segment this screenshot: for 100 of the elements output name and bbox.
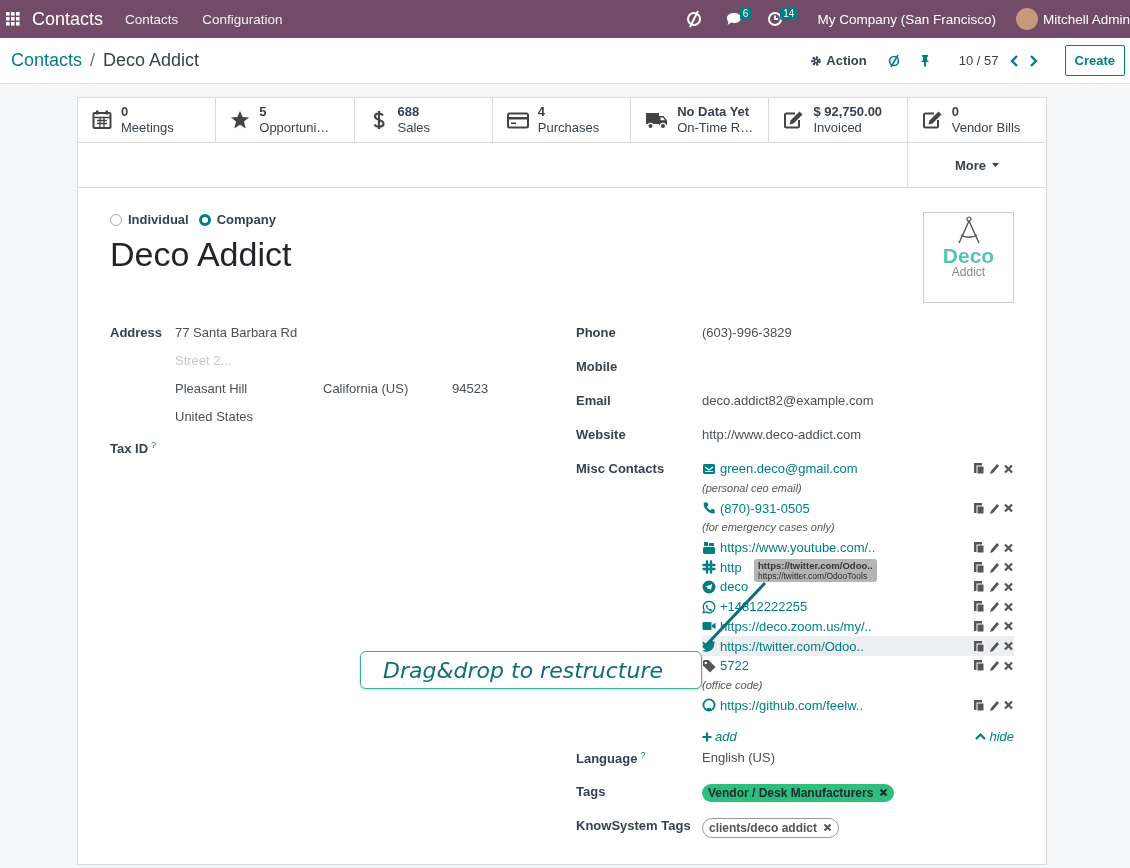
pencil-icon[interactable] bbox=[988, 462, 1000, 476]
breadcrumb-link[interactable]: Contacts bbox=[11, 50, 83, 71]
copy-icon[interactable] bbox=[973, 600, 985, 614]
field-value[interactable]: (603)-996-3829 bbox=[702, 325, 792, 340]
close-icon[interactable] bbox=[1003, 502, 1014, 515]
street-field[interactable]: 77 Santa Barbara Rd bbox=[175, 325, 298, 340]
copy-icon[interactable] bbox=[973, 659, 985, 673]
chevron-up-icon bbox=[975, 732, 987, 742]
close-icon[interactable] bbox=[1003, 640, 1014, 653]
calendar-icon bbox=[92, 110, 112, 130]
chat-phone-icon bbox=[702, 599, 716, 614]
field-value[interactable]: English (US) bbox=[702, 749, 775, 765]
state-field[interactable]: California (US) bbox=[323, 381, 452, 396]
tag-chip[interactable]: Vendor / Desk Manufacturers bbox=[702, 783, 895, 802]
pencil-icon[interactable] bbox=[988, 659, 1000, 673]
radio-label: Company bbox=[216, 212, 276, 227]
close-icon[interactable] bbox=[1003, 699, 1014, 712]
copy-icon[interactable] bbox=[973, 639, 985, 653]
help-tooltip[interactable]: ? bbox=[640, 749, 646, 760]
field-label: KnowSystem Tags bbox=[576, 817, 691, 833]
close-icon[interactable] bbox=[879, 788, 889, 798]
hash-icon bbox=[702, 560, 716, 575]
credit-card-icon bbox=[506, 110, 529, 130]
field-label: Tags bbox=[576, 783, 606, 799]
app-title[interactable]: Contacts bbox=[32, 8, 104, 30]
field-label: Email bbox=[576, 393, 611, 408]
close-icon[interactable] bbox=[1003, 541, 1014, 554]
edit-icon bbox=[921, 110, 943, 130]
pencil-icon[interactable] bbox=[988, 541, 1000, 555]
contact-link[interactable]: deco bbox=[720, 579, 749, 595]
circle-arrow-icon[interactable] bbox=[886, 53, 901, 68]
city-field[interactable]: Pleasant Hill bbox=[175, 381, 323, 396]
field-value[interactable]: deco.addict82@example.com bbox=[702, 393, 874, 408]
company-switcher[interactable]: My Company (San Francisco) bbox=[817, 11, 996, 27]
pencil-icon[interactable] bbox=[988, 580, 1000, 594]
add-link[interactable]: add bbox=[702, 723, 737, 750]
contact-link[interactable]: https://www.youtube.com/.. bbox=[720, 540, 876, 556]
copy-icon[interactable] bbox=[973, 541, 985, 555]
action-menu[interactable]: Action bbox=[810, 53, 867, 68]
copy-icon[interactable] bbox=[973, 560, 985, 574]
contact-link[interactable]: (870)-931-0505 bbox=[720, 500, 810, 516]
logo-text: Deco bbox=[942, 245, 995, 266]
star-icon bbox=[230, 110, 251, 130]
close-icon[interactable] bbox=[1003, 620, 1014, 633]
radio-button[interactable] bbox=[198, 213, 211, 226]
field-label: Language bbox=[576, 751, 638, 767]
contact-link[interactable]: https://github.com/feelw.. bbox=[720, 697, 864, 713]
pencil-icon[interactable] bbox=[988, 619, 1000, 633]
paper-plane-icon bbox=[702, 579, 716, 594]
close-icon[interactable] bbox=[823, 823, 833, 833]
apps-menu-icon[interactable] bbox=[6, 12, 20, 26]
contact-link[interactable]: https://twitter.com/Odoo.. bbox=[720, 638, 864, 654]
message-count-badge: 6 bbox=[739, 6, 752, 20]
copy-icon[interactable] bbox=[973, 698, 985, 712]
chevron-right-icon[interactable] bbox=[1028, 53, 1039, 68]
chat-icon[interactable] bbox=[724, 11, 743, 27]
country-field[interactable]: United States bbox=[175, 409, 254, 424]
pencil-icon[interactable] bbox=[988, 639, 1000, 653]
pencil-icon[interactable] bbox=[988, 600, 1000, 614]
field-value[interactable]: http://www.deco-addict.com bbox=[702, 427, 861, 442]
field-label: Address bbox=[110, 325, 164, 342]
circle-logo-icon bbox=[702, 698, 716, 713]
tag-chip[interactable]: clients/deco addict bbox=[702, 817, 840, 838]
hide-link[interactable]: hide bbox=[975, 723, 1014, 750]
copy-icon[interactable] bbox=[973, 580, 985, 594]
zip-field[interactable]: 94523 bbox=[452, 381, 576, 396]
edit-icon bbox=[783, 110, 805, 130]
menu-item[interactable]: Contacts bbox=[125, 11, 179, 27]
user-menu[interactable]: Mitchell Admin bbox=[1042, 11, 1130, 27]
gear-icon bbox=[810, 54, 823, 67]
close-icon[interactable] bbox=[1003, 561, 1014, 574]
menu-item[interactable]: Configuration bbox=[202, 11, 283, 27]
contact-link[interactable]: http bbox=[720, 559, 742, 575]
drag-preview: https://twitter.com/Odoo.. https://twitter.com/OdooTools bbox=[754, 559, 877, 582]
activity-count-badge: 14 bbox=[780, 6, 798, 20]
radio-label: Individual bbox=[128, 212, 189, 227]
breadcrumb-separator: / bbox=[90, 50, 96, 71]
user-avatar bbox=[1015, 8, 1038, 30]
pencil-icon[interactable] bbox=[988, 560, 1000, 574]
clock-icon[interactable] bbox=[767, 11, 784, 27]
close-icon[interactable] bbox=[1003, 580, 1014, 593]
pencil-icon[interactable] bbox=[988, 501, 1000, 515]
pencil-icon[interactable] bbox=[988, 698, 1000, 712]
truck-icon bbox=[645, 110, 669, 130]
close-icon[interactable] bbox=[1003, 600, 1014, 613]
callout-bubble: Drag&drop to restructure bbox=[360, 651, 702, 689]
contact-link[interactable]: 5722 bbox=[720, 658, 749, 674]
close-icon[interactable] bbox=[1003, 659, 1014, 672]
caret-down-icon bbox=[992, 162, 1000, 168]
help-tooltip[interactable]: ? bbox=[151, 440, 157, 450]
envelope-icon bbox=[702, 461, 716, 476]
contact-link[interactable]: green.deco@gmail.com bbox=[720, 461, 858, 477]
copy-icon[interactable] bbox=[973, 619, 985, 633]
create-button[interactable]: Create bbox=[1064, 45, 1125, 76]
copy-icon[interactable] bbox=[973, 462, 985, 476]
chevron-left-icon[interactable] bbox=[1008, 53, 1019, 68]
radio-button[interactable] bbox=[110, 213, 122, 226]
close-icon[interactable] bbox=[1003, 462, 1014, 475]
copy-icon[interactable] bbox=[973, 501, 985, 515]
tag-icon bbox=[702, 658, 716, 673]
